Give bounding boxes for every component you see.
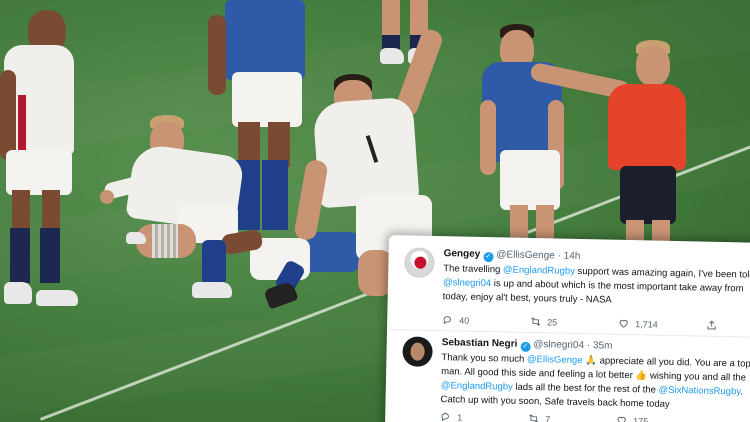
- retweet-icon: [529, 414, 539, 422]
- tweet-text-segment: Catch up with you soon, Safe travels bac…: [440, 394, 670, 410]
- mention-link[interactable]: @EnglandRugby: [441, 380, 513, 393]
- separator: ·: [557, 250, 562, 262]
- separator: ·: [586, 340, 591, 352]
- verified-badge-icon: ✓: [520, 341, 531, 352]
- handle[interactable]: @EllisGenge: [496, 249, 555, 261]
- face-icon: [410, 342, 425, 361]
- rose-icon: [414, 256, 427, 269]
- reply-count: 40: [459, 314, 470, 326]
- like-button[interactable]: 1,714: [618, 318, 658, 330]
- reply-count: 1: [457, 411, 463, 422]
- retweet-icon: [531, 317, 541, 326]
- retweet-button[interactable]: 7: [528, 413, 550, 422]
- display-name[interactable]: Sebastian Negri: [442, 337, 518, 350]
- tweet-text-segment: support was amazing again, I've been tol…: [574, 265, 750, 281]
- avatar[interactable]: [404, 247, 435, 278]
- like-count: 175: [633, 415, 649, 422]
- retweet-count: 25: [547, 316, 558, 328]
- like-count: 1,714: [635, 318, 658, 330]
- verified-badge-icon: ✓: [483, 251, 494, 263]
- timestamp[interactable]: 14h: [564, 251, 581, 262]
- tweet-text-segment: today, enjoy al't best, yours truly - NA…: [442, 291, 612, 306]
- display-name[interactable]: Gengey: [444, 248, 481, 260]
- handle[interactable]: @slnegri04: [533, 339, 584, 351]
- tweet-text-segment: lads all the best for the rest of the: [512, 381, 659, 396]
- tweet-text-segment: The travelling: [443, 263, 504, 276]
- tweet-text: The travelling @EnglandRugby support was…: [443, 262, 750, 311]
- like-button[interactable]: 175: [616, 415, 648, 422]
- tweet-text-segment: 🙏 appreciate all you did. You are a top: [582, 355, 750, 370]
- tweet-actions: 1 7 175: [440, 411, 750, 422]
- mention-link[interactable]: @SixNationsRugby: [658, 385, 740, 398]
- tweet-text: Thank you so much @EllisGenge 🙏 apprecia…: [440, 351, 750, 414]
- share-icon: [707, 320, 716, 330]
- reply-button[interactable]: 40: [442, 314, 469, 326]
- retweet-button[interactable]: 25: [530, 316, 557, 328]
- heart-icon: [617, 416, 626, 422]
- avatar[interactable]: [402, 336, 433, 367]
- mention-link[interactable]: @EllisGenge: [527, 354, 583, 366]
- reply-icon: [441, 413, 449, 422]
- share-button[interactable]: [706, 320, 717, 331]
- tweet-screenshot-card: Gengey ✓ @EllisGenge · 14h The travelling …: [384, 235, 750, 422]
- tweet-text-segment: .: [740, 386, 744, 398]
- mention-link[interactable]: @slnegri04: [443, 277, 491, 289]
- retweet-count: 7: [545, 413, 551, 422]
- tweet-ellis-genge: Gengey ✓ @EllisGenge · 14h The travelling …: [389, 241, 750, 330]
- timestamp[interactable]: 35m: [593, 340, 613, 351]
- tweet-text-segment: Thank you so much: [441, 352, 528, 365]
- mention-link[interactable]: @EnglandRugby: [503, 264, 575, 277]
- reply-button[interactable]: 1: [440, 411, 462, 422]
- heart-icon: [619, 319, 628, 328]
- reply-icon: [443, 316, 451, 325]
